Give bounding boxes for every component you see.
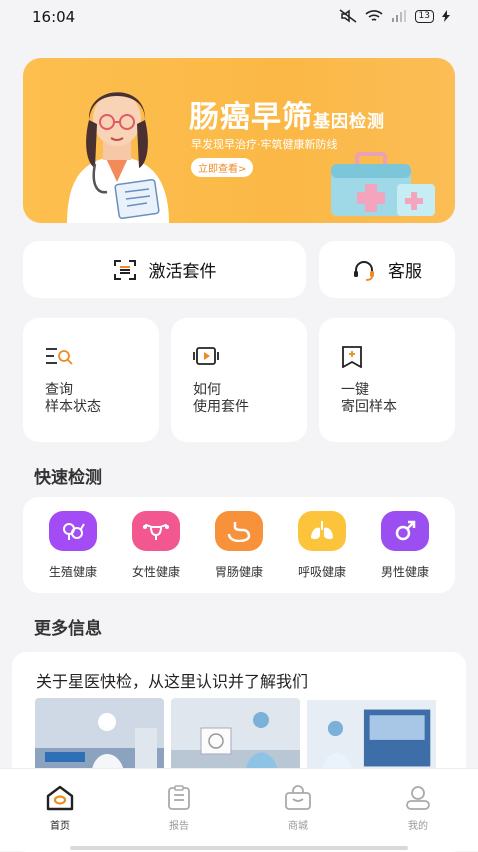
tab-label: 商城 [288,821,308,832]
feature-label: 一键 寄回样本 [341,382,397,416]
feature-label: 如何 使用套件 [193,382,249,416]
video-icon [193,347,219,365]
banner-title-main: 肠癌早筛 [189,100,313,135]
feature-label-line1: 查询 [45,382,73,398]
lungs-icon [298,511,346,551]
scan-icon [113,259,136,280]
quick-item-label: 呼吸健康 [297,565,346,579]
quick-item-label: 生殖健康 [48,565,97,579]
bottom-tab-bar: 首页 报告 商城 我的 [0,768,478,851]
customer-service-label: 客服 [388,262,422,282]
tab-profile[interactable]: 我的 [388,785,448,832]
quick-item-gastro[interactable]: 胃肠健康 [203,511,275,580]
promo-banner[interactable]: 肠癌早筛基因检测 早发现早治疗·牢筑健康新防线 立即查看> [23,58,455,223]
battery-icon: 13 [414,9,434,23]
status-time: 16:04 [32,8,76,26]
feature-label: 查询 样本状态 [45,382,101,416]
medical-kit-illustration [331,152,435,216]
feature-label-line1: 一键 [341,382,369,398]
quick-item-reproductive[interactable]: 生殖健康 [37,511,109,580]
charging-icon [442,10,450,22]
feature-label-line2: 寄回样本 [341,399,397,415]
return-sample-card[interactable]: 一键 寄回样本 [319,318,455,442]
quick-test-title: 快速检测 [34,468,102,488]
report-icon [168,785,190,810]
headset-icon [354,260,374,281]
quick-item-male[interactable]: 男性健康 [369,511,441,580]
feature-label-line2: 样本状态 [45,399,101,415]
home-indicator [70,846,408,850]
banner-view-button[interactable]: 立即查看> [191,158,254,177]
quick-test-panel: 生殖健康 女性健康 胃肠健康 呼吸健康 男性健康 [23,497,455,593]
shop-icon [285,785,311,810]
banner-subtitle: 早发现早治疗·牢筑健康新防线 [191,138,338,151]
tab-label: 首页 [50,821,70,832]
signal-icon [391,10,406,22]
doctor-illustration [67,92,169,223]
tab-label: 我的 [408,821,428,832]
banner-title: 肠癌早筛基因检测 [189,92,385,136]
more-info-title: 更多信息 [34,619,102,639]
customer-service-button[interactable]: 客服 [319,241,455,298]
quick-item-female[interactable]: 女性健康 [120,511,192,580]
about-card-title: 关于星医快检，从这里认识并了解我们 [36,672,309,691]
home-icon [46,785,74,811]
tab-home[interactable]: 首页 [30,785,90,832]
lab-photo [35,698,164,778]
mute-icon [339,9,356,23]
quick-item-label: 女性健康 [131,565,180,579]
lab-photo [171,698,300,778]
feature-label-line2: 使用套件 [193,399,249,415]
quick-item-respiratory[interactable]: 呼吸健康 [286,511,358,580]
banner-title-suffix: 基因检测 [313,112,385,132]
query-sample-status-card[interactable]: 查询 样本状态 [23,318,159,442]
search-list-icon [46,348,73,365]
tab-shop[interactable]: 商城 [268,785,328,832]
status-icons: 13 [339,9,450,23]
quick-item-label: 胃肠健康 [214,565,263,579]
bookmark-add-icon [342,346,362,368]
reproductive-health-icon [49,511,97,551]
wifi-icon [365,10,383,21]
lab-photo [307,700,436,776]
activate-kit-button[interactable]: 激活套件 [23,241,306,298]
activate-kit-label: 激活套件 [148,262,217,282]
how-to-use-kit-card[interactable]: 如何 使用套件 [171,318,307,442]
uterus-icon [132,511,180,551]
tab-report[interactable]: 报告 [149,785,209,832]
male-symbol-icon [381,511,429,551]
feature-label-line1: 如何 [193,382,221,398]
status-bar: 16:04 13 [0,0,478,34]
tab-label: 报告 [169,821,189,832]
stomach-icon [215,511,263,551]
quick-item-label: 男性健康 [380,565,429,579]
profile-icon [406,786,430,810]
